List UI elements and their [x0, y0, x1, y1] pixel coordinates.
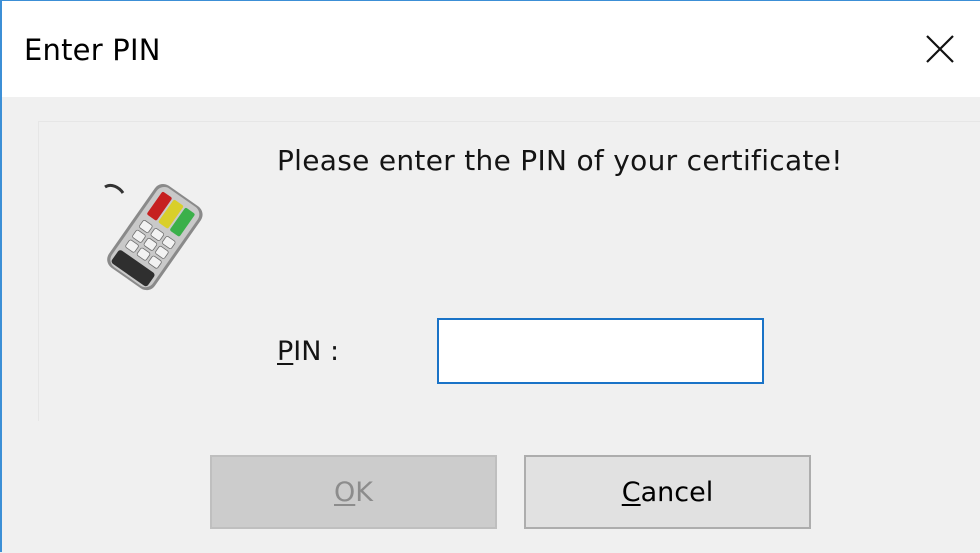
pin-label-text: IN : [293, 336, 340, 367]
pin-label: PIN : [277, 336, 339, 367]
cancel-button-label: ancel [640, 476, 714, 508]
pin-label-mnemonic: P [277, 336, 294, 367]
window-title: Enter PIN [24, 33, 161, 67]
instruction-message: Please enter the PIN of your certificate… [277, 144, 843, 177]
close-icon [926, 35, 954, 63]
close-button[interactable] [900, 1, 980, 97]
enter-pin-dialog: Enter PIN Please enter the PIN of your c… [0, 0, 980, 553]
ok-button-mnemonic: O [334, 476, 356, 508]
cancel-button-mnemonic: C [621, 476, 641, 508]
ok-button-label: K [355, 476, 373, 508]
ok-button[interactable]: OK [210, 455, 497, 529]
cancel-button[interactable]: Cancel [524, 455, 811, 529]
pin-pad-icon [104, 183, 203, 291]
pin-input[interactable] [437, 318, 764, 384]
title-bar[interactable]: Enter PIN [2, 1, 980, 97]
